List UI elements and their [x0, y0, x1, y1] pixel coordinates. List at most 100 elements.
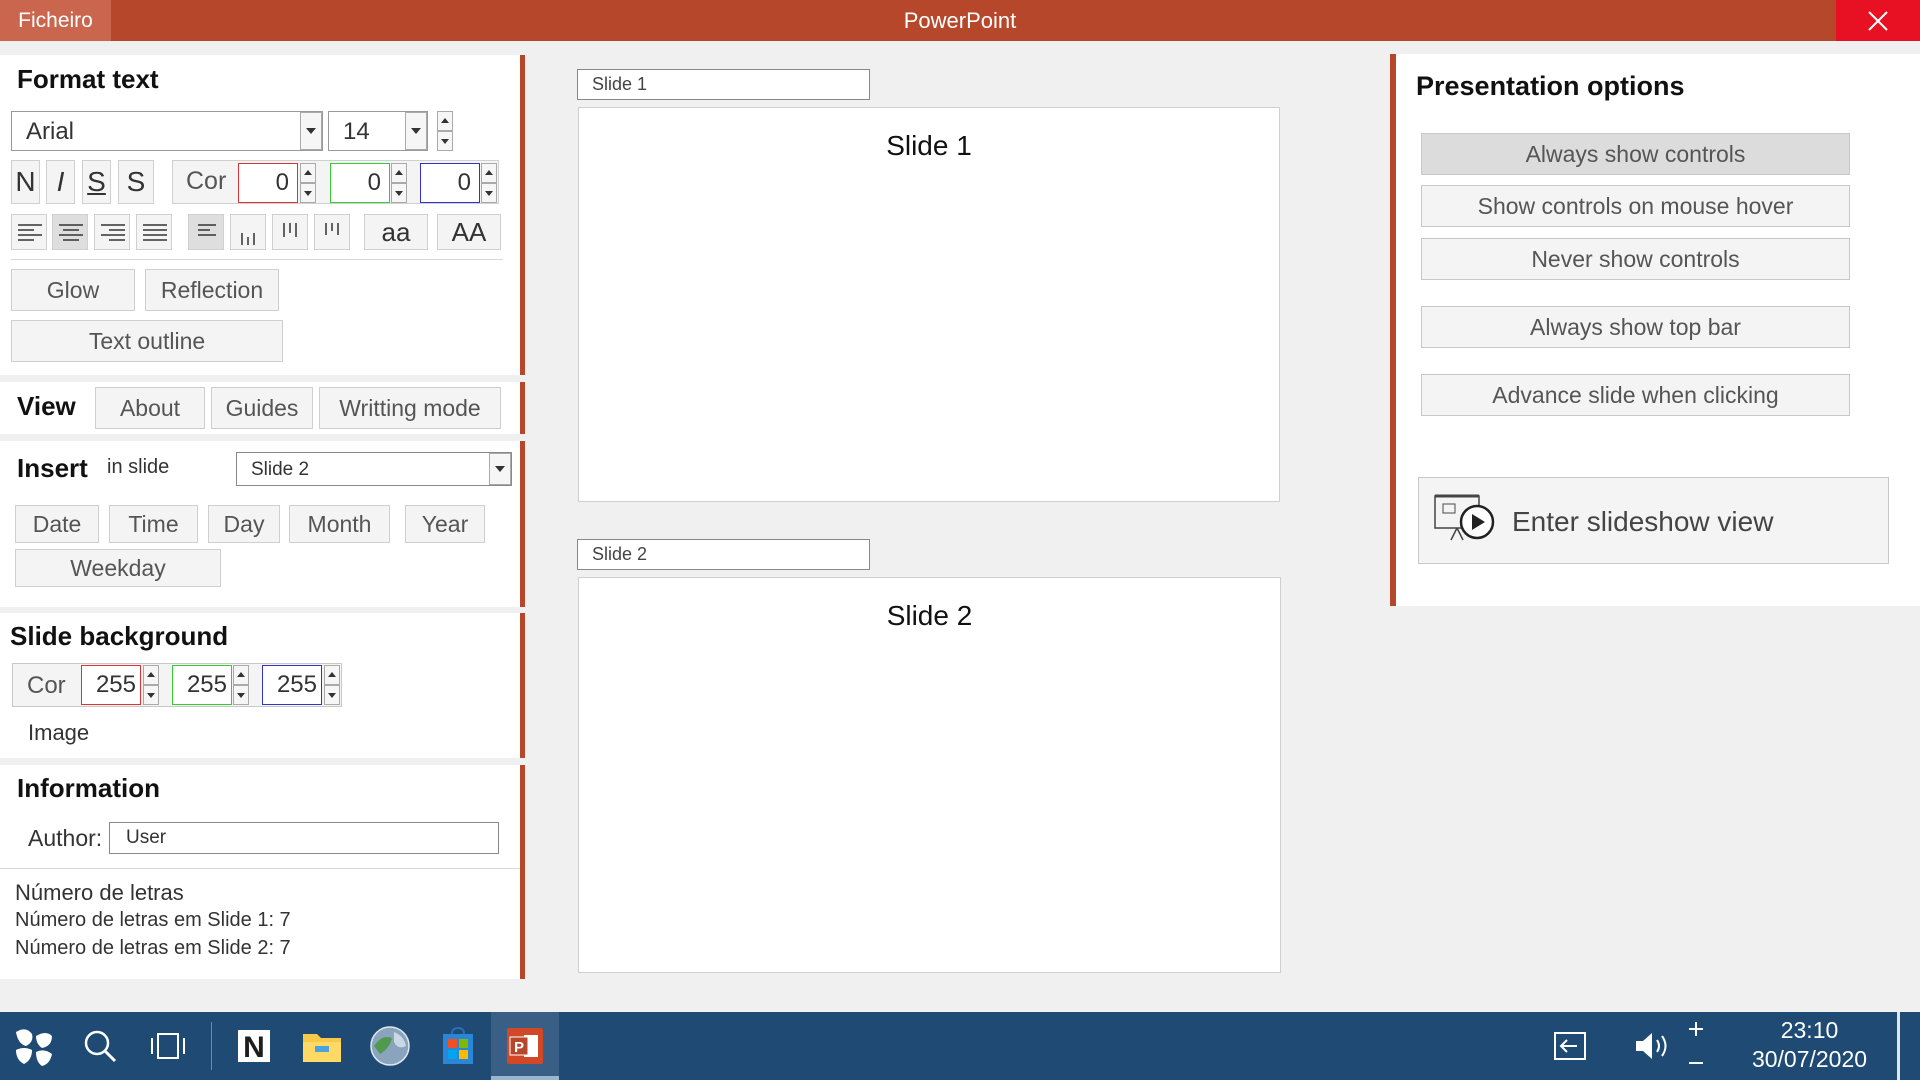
text-outline-button[interactable]: Text outline [11, 320, 283, 362]
font-dropdown-arrow[interactable] [300, 112, 322, 150]
insert-day-button[interactable]: Day [208, 505, 280, 543]
always-show-controls-button[interactable]: Always show controls [1421, 133, 1850, 175]
insert-month-button[interactable]: Month [289, 505, 390, 543]
insert-time-button[interactable]: Time [109, 505, 198, 543]
active-app-indicator [491, 1076, 559, 1080]
slide-2-name-input[interactable]: Slide 2 [577, 539, 870, 570]
volume-button[interactable] [1625, 1012, 1681, 1080]
system-clock[interactable]: 23:10 30/07/2020 [1737, 1016, 1882, 1074]
italic-button[interactable]: I [46, 160, 75, 204]
valign-bottom-button[interactable] [230, 214, 266, 250]
font-size-down[interactable] [437, 131, 453, 151]
browser-icon [370, 1026, 410, 1066]
author-input[interactable]: User [109, 822, 499, 854]
file-menu-button[interactable]: Ficheiro [0, 0, 111, 41]
font-value: Arial [26, 118, 75, 145]
app-title: PowerPoint [903, 8, 1017, 33]
letter-count-slide-2: Número de letras em Slide 2: 7 [15, 937, 291, 959]
never-show-controls-button[interactable]: Never show controls [1421, 238, 1850, 280]
slide-2-thumbnail[interactable]: Slide 2 [578, 577, 1281, 973]
writing-mode-button[interactable]: Writting mode [319, 387, 501, 429]
stepper-down[interactable] [324, 685, 340, 705]
volume-down-button[interactable] [1683, 1046, 1709, 1080]
start-button[interactable] [4, 1012, 64, 1080]
enter-slideshow-button[interactable]: Enter slideshow view [1418, 477, 1889, 564]
always-show-top-bar-button[interactable]: Always show top bar [1421, 306, 1850, 348]
search-button[interactable] [72, 1012, 128, 1080]
font-size-up[interactable] [437, 111, 453, 131]
stepper-down[interactable] [481, 183, 497, 203]
text-color-green-input[interactable]: 0 [330, 163, 390, 203]
letter-count-slide-1: Número de letras em Slide 1: 7 [15, 909, 291, 931]
file-explorer-button[interactable] [294, 1012, 350, 1080]
bg-color-blue-stepper[interactable] [324, 665, 340, 705]
stepper-up[interactable] [324, 665, 340, 685]
bg-color-green-input[interactable]: 255 [172, 665, 232, 705]
insert-slide-combo[interactable]: Slide 2 [236, 452, 512, 486]
align-right-button[interactable] [94, 214, 130, 250]
show-controls-on-hover-button[interactable]: Show controls on mouse hover [1421, 185, 1850, 227]
font-combo[interactable]: Arial [11, 111, 323, 151]
reflection-button[interactable]: Reflection [145, 269, 279, 311]
text-color-blue-stepper[interactable] [481, 163, 497, 203]
slide-background-title: Slide background [10, 621, 229, 651]
bold-button[interactable]: N [11, 160, 40, 204]
task-view-button[interactable] [140, 1012, 196, 1080]
close-button[interactable] [1836, 0, 1920, 41]
stepper-up[interactable] [143, 665, 159, 685]
bg-color-red-input[interactable]: 255 [81, 665, 141, 705]
underline-button[interactable]: S [82, 160, 111, 204]
presentation-options-panel: Presentation options Always show control… [1390, 54, 1920, 606]
align-left-button[interactable] [11, 214, 47, 250]
taskbar-separator [211, 1022, 212, 1070]
bg-color-blue-input[interactable]: 255 [262, 665, 322, 705]
stepper-down[interactable] [300, 183, 316, 203]
slide-1-name-input[interactable]: Slide 1 [577, 69, 870, 100]
stepper-up[interactable] [481, 163, 497, 183]
valign-middle-button[interactable] [272, 214, 308, 250]
show-desktop-button[interactable] [1897, 1012, 1900, 1080]
advance-slide-on-click-button[interactable]: Advance slide when clicking [1421, 374, 1850, 416]
align-center-button[interactable] [52, 214, 88, 250]
bg-color-green-stepper[interactable] [233, 665, 249, 705]
uppercase-button[interactable]: AA [437, 214, 501, 250]
glow-button[interactable]: Glow [11, 269, 135, 311]
valign-justify-button[interactable] [314, 214, 350, 250]
text-color-red-input[interactable]: 0 [238, 163, 298, 203]
information-panel: Information Author: User Número de letra… [0, 765, 525, 979]
browser-button[interactable] [362, 1012, 418, 1080]
valign-top-button[interactable] [188, 214, 224, 250]
stepper-up[interactable] [300, 163, 316, 183]
text-color-green-stepper[interactable] [391, 163, 407, 203]
font-size-stepper[interactable] [437, 111, 453, 151]
stepper-down[interactable] [233, 685, 249, 705]
font-size-combo[interactable]: 14 [328, 111, 428, 151]
background-image-button[interactable]: Image [28, 720, 89, 746]
insert-weekday-button[interactable]: Weekday [15, 549, 221, 587]
stepper-down[interactable] [391, 183, 407, 203]
about-button[interactable]: About [95, 387, 205, 429]
font-size-dropdown-arrow[interactable] [405, 112, 427, 150]
stepper-down[interactable] [143, 685, 159, 705]
slide-1-thumbnail[interactable]: Slide 1 [578, 107, 1280, 502]
align-justify-button[interactable] [136, 214, 172, 250]
stepper-up[interactable] [391, 163, 407, 183]
store-button[interactable] [430, 1012, 486, 1080]
insert-year-button[interactable]: Year [405, 505, 485, 543]
input-indicator-button[interactable] [1545, 1012, 1595, 1080]
letter-count-title: Número de letras [15, 880, 184, 905]
powerpoint-taskbar-button[interactable]: P [491, 1012, 559, 1080]
guides-button[interactable]: Guides [211, 387, 313, 429]
text-color-red-stepper[interactable] [300, 163, 316, 203]
strikethrough-button[interactable]: S [118, 160, 154, 204]
stepper-up[interactable] [233, 665, 249, 685]
vertical-text-icon [283, 223, 297, 237]
format-text-panel: Format text Arial 14 N I S S Cor 0 0 0 a… [0, 55, 525, 375]
insert-slide-dropdown-arrow[interactable] [489, 453, 511, 485]
bg-color-red-stepper[interactable] [143, 665, 159, 705]
lowercase-button[interactable]: aa [364, 214, 428, 250]
onenote-button[interactable]: N [226, 1012, 282, 1080]
text-color-blue-input[interactable]: 0 [420, 163, 480, 203]
insert-date-button[interactable]: Date [15, 505, 99, 543]
volume-up-button[interactable] [1683, 1012, 1709, 1046]
